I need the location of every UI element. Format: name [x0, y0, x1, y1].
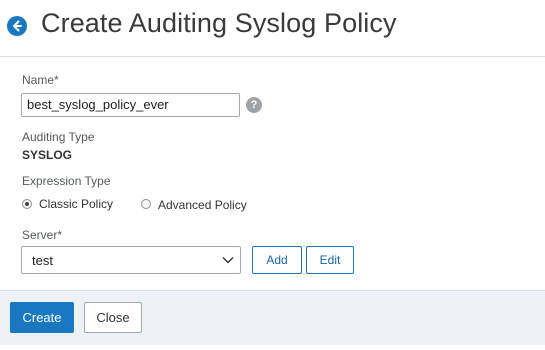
server-label: Server*: [22, 228, 63, 242]
expression-type-label: Expression Type: [22, 174, 111, 188]
name-input[interactable]: [21, 93, 240, 117]
dialog-footer: Create Close: [0, 290, 545, 345]
radio-button-unselected[interactable]: [141, 199, 151, 209]
radio-classic-label: Classic Policy: [39, 197, 114, 211]
back-button[interactable]: [7, 16, 27, 36]
auditing-type-value: SYSLOG: [22, 148, 73, 162]
help-icon[interactable]: ?: [246, 97, 262, 113]
auditing-type-label: Auditing Type: [22, 130, 95, 144]
radio-button-selected[interactable]: [22, 199, 32, 209]
add-server-button[interactable]: Add: [252, 246, 302, 274]
dialog-page: Create Auditing Syslog Policy Name* ? Au…: [0, 0, 545, 350]
edit-server-button[interactable]: Edit: [306, 246, 354, 274]
server-select-value: test: [32, 253, 53, 268]
chevron-down-icon: [222, 257, 234, 264]
server-select[interactable]: test: [21, 246, 241, 274]
create-button[interactable]: Create: [10, 302, 74, 333]
page-header: Create Auditing Syslog Policy: [0, 0, 545, 56]
radio-advanced-label: Advanced Policy: [158, 198, 247, 212]
name-label: Name*: [22, 73, 59, 87]
close-button[interactable]: Close: [84, 302, 142, 333]
arrow-left-circle-icon: [13, 20, 22, 32]
page-title: Create Auditing Syslog Policy: [41, 8, 397, 38]
form-panel: Name* ? Auditing Type SYSLOG Expression …: [0, 56, 545, 291]
